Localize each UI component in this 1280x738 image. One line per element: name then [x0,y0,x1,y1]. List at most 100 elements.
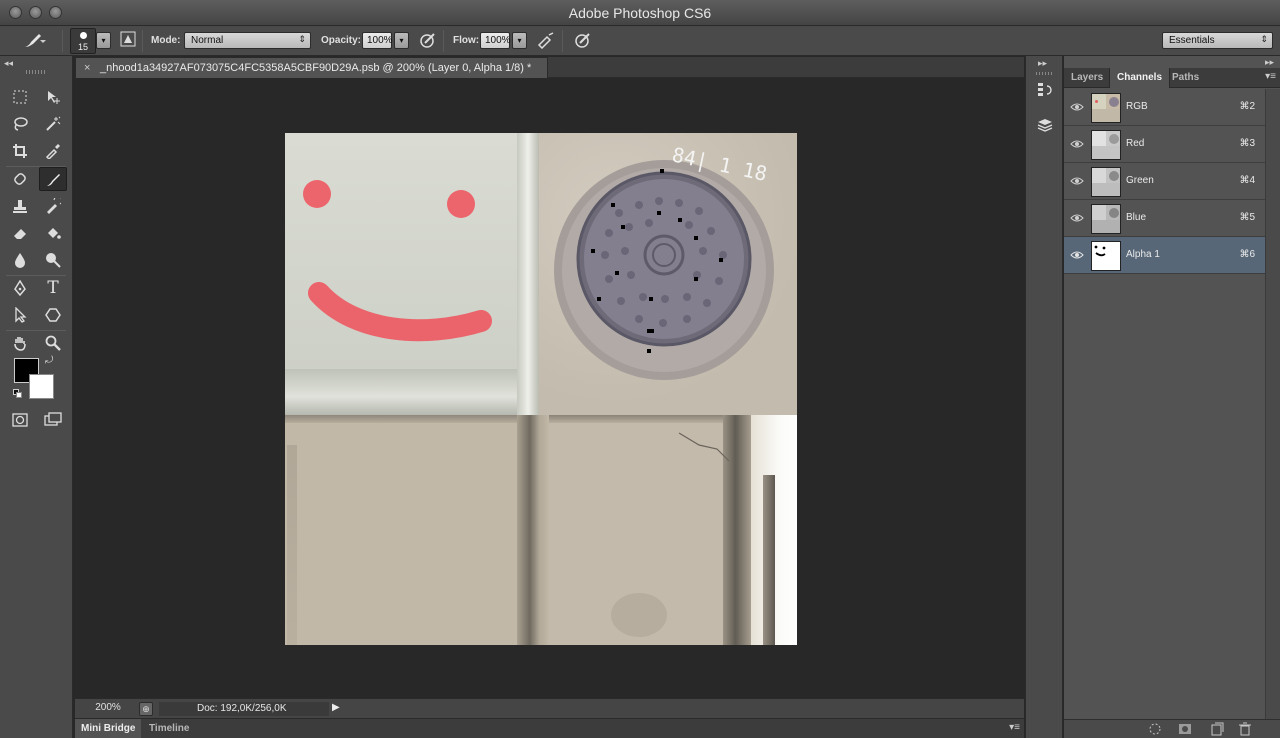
type-tool-icon[interactable]: T [39,276,67,300]
mode-label: Mode: [151,35,181,46]
bottom-panel-menu-icon[interactable]: ▾≡ [1009,722,1020,733]
polygon-tool-icon[interactable] [39,303,67,327]
strip-grip[interactable] [1036,72,1052,75]
channel-row-green[interactable]: Green ⌘4 [1064,163,1265,200]
screen-mode-icon[interactable] [39,408,67,432]
opacity-label: Opacity: [321,35,362,46]
tab-channels[interactable]: Channels [1109,68,1171,88]
close-document-icon[interactable]: × [84,62,90,74]
panel-scrollbar[interactable] [1265,89,1280,719]
manhole-tile: 84| 1 18 [539,133,797,415]
eraser-tool-icon[interactable] [6,221,34,245]
collapse-strip-icon[interactable]: ▸▸ [1038,58,1047,69]
manhole-cover: 84| 1 18 [554,142,774,380]
document-tab-strip [548,57,1024,78]
mode-value: Normal [191,35,224,46]
tab-mini-bridge[interactable]: Mini Bridge [75,719,142,738]
crop-tool-icon[interactable] [6,139,34,163]
panel-footer [1064,719,1280,738]
panel-menu-icon[interactable]: ▾≡ [1265,71,1276,82]
load-channel-as-selection-icon[interactable] [1148,722,1162,736]
create-new-channel-icon[interactable] [1210,722,1224,736]
airbrush-icon[interactable] [536,31,556,51]
channel-shortcut: ⌘4 [1239,175,1255,186]
channels-panel: ▸▸ Layers Channels Paths ▾≡ RGB ⌘2 Red ⌘… [1064,56,1280,738]
brush-tool-icon[interactable] [39,167,67,191]
channel-row-rgb[interactable]: RGB ⌘2 [1064,89,1265,126]
zoom-level-field[interactable]: 200% [83,702,133,716]
path-selection-tool-icon[interactable] [6,303,34,327]
move-tool-icon[interactable] [39,85,67,109]
visibility-eye-icon[interactable] [1070,100,1084,114]
flow-slider-toggle[interactable]: ▾ [512,32,527,49]
mode-dropdown[interactable]: Normal ⇕ [184,32,311,49]
opacity-slider-toggle[interactable]: ▾ [394,32,409,49]
pen-tool-icon[interactable] [6,276,34,300]
properties-panel-icon[interactable] [1032,117,1058,143]
channel-thumbnail [1091,204,1121,234]
document-tab[interactable]: × _nhood1a34927AF073075C4FC5358A5CBF90D2… [75,57,548,78]
channel-row-alpha-1[interactable]: Alpha 1 ⌘6 [1064,237,1265,274]
zoom-tool-icon[interactable] [39,331,67,355]
magic-wand-tool-icon[interactable] [39,112,67,136]
flow-input[interactable]: 100% [480,32,511,49]
channel-name: Alpha 1 [1126,249,1160,260]
channel-shortcut: ⌘3 [1239,138,1255,149]
brush-size-picker[interactable]: 15 [70,28,96,54]
visibility-eye-icon[interactable] [1070,174,1084,188]
panel-collapse-icon[interactable]: ▸▸ [1265,57,1274,68]
visibility-eye-icon[interactable] [1070,248,1084,262]
eyedropper-tool-icon[interactable] [39,139,67,163]
smiley-graffiti [303,180,492,342]
tools-panel: ◂◂ T ⤾ [0,56,73,738]
status-options-icon[interactable]: ⊕ [139,702,153,716]
tab-timeline[interactable]: Timeline [143,719,195,738]
workspace-value: Essentials [1169,35,1215,46]
clone-stamp-tool-icon[interactable] [6,194,34,218]
tab-paths[interactable]: Paths [1165,68,1206,88]
history-panel-icon[interactable] [1032,81,1058,107]
channel-row-red[interactable]: Red ⌘3 [1064,126,1265,163]
channel-thumbnail [1091,241,1121,271]
workspace-dropdown[interactable]: Essentials ⇕ [1162,32,1273,49]
dodge-tool-icon[interactable] [39,248,67,272]
smiley-tile [285,133,539,415]
pressure-size-icon[interactable] [573,31,593,51]
collapse-panel-icon[interactable]: ◂◂ [4,58,13,69]
channel-shortcut: ⌘5 [1239,212,1255,223]
quick-mask-icon[interactable] [6,408,34,432]
brush-panel-toggle-icon[interactable] [118,31,138,51]
panel-grip[interactable] [26,70,46,74]
document-tab-title: _nhood1a34927AF073075C4FC5358A5CBF90D29A… [100,62,532,74]
default-colors-icon[interactable] [13,389,23,399]
document-size-info: Doc: 192,0K/256,0K [159,702,329,716]
channel-thumbnail [1091,167,1121,197]
opacity-input[interactable]: 100% [362,32,393,49]
channel-name: RGB [1126,101,1148,112]
background-color-swatch[interactable] [29,374,54,399]
tab-layers[interactable]: Layers [1064,68,1110,88]
options-bar: 15 ▾ Mode: Normal ⇕ Opacity: 100% ▾ Flow… [0,26,1280,56]
history-brush-tool-icon[interactable] [39,194,67,218]
spot-healing-brush-tool-icon[interactable] [6,167,34,191]
status-menu-arrow-icon[interactable]: ▶ [332,702,344,716]
bottom-panel-tabs: Mini Bridge Timeline ▾≡ [75,718,1024,738]
channel-name: Green [1126,175,1154,186]
visibility-eye-icon[interactable] [1070,137,1084,151]
swap-colors-icon[interactable]: ⤾ [45,355,53,366]
pressure-opacity-icon[interactable] [418,31,438,51]
visibility-eye-icon[interactable] [1070,211,1084,225]
lasso-tool-icon[interactable] [6,112,34,136]
brush-tool-preset-icon[interactable] [22,32,48,53]
brush-dot-icon [80,32,87,39]
hand-tool-icon[interactable] [6,331,34,355]
dropdown-arrows-icon: ⇕ [1260,34,1268,44]
channel-row-blue[interactable]: Blue ⌘5 [1064,200,1265,237]
save-selection-as-channel-icon[interactable] [1178,722,1192,736]
rectangular-marquee-tool-icon[interactable] [6,85,34,109]
paint-bucket-tool-icon[interactable] [39,221,67,245]
delete-channel-icon[interactable] [1238,722,1252,736]
document-canvas-image[interactable]: 84| 1 18 [285,133,797,645]
blur-tool-icon[interactable] [6,248,34,272]
brush-size-dropdown-arrow[interactable]: ▾ [96,32,111,49]
